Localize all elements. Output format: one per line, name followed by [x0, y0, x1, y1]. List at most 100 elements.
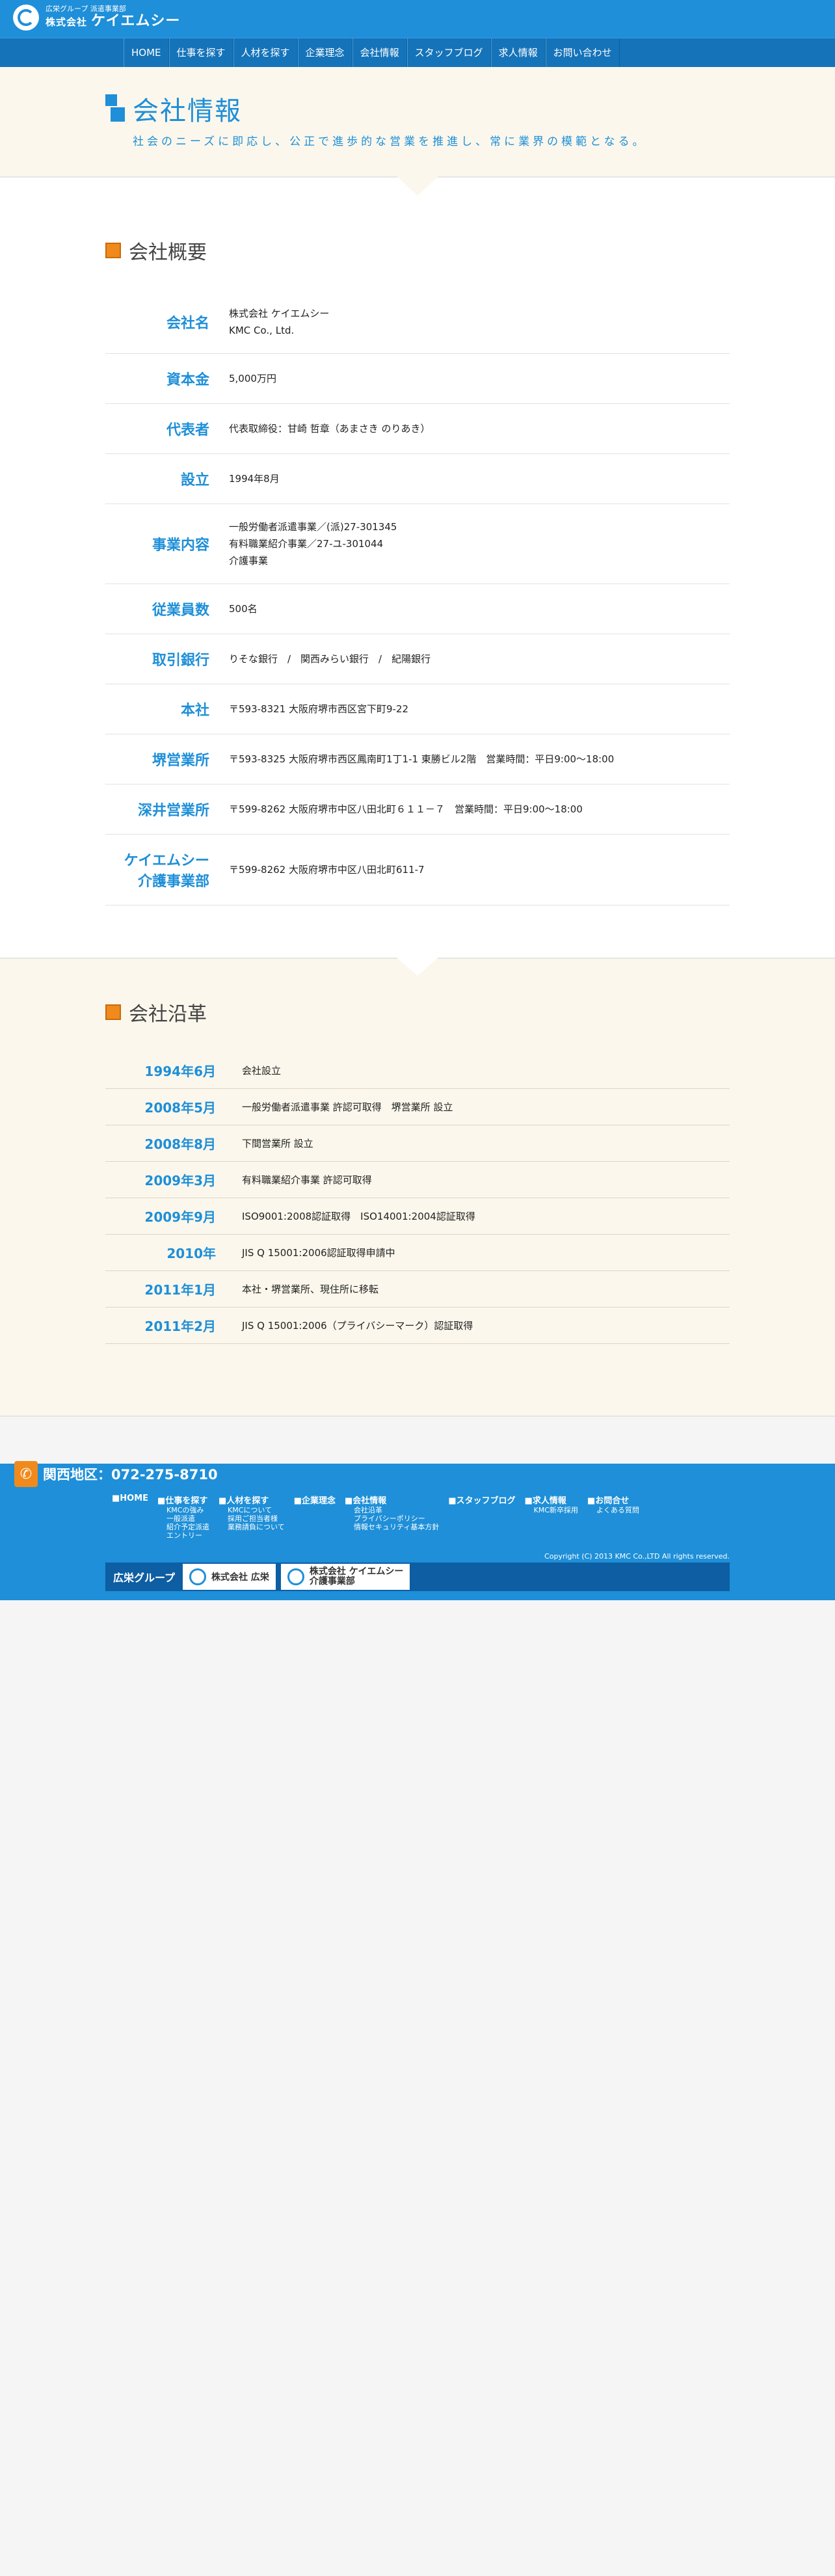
- history-text: 会社設立: [242, 1065, 282, 1077]
- nav-staff-blog[interactable]: スタッフブログ: [406, 38, 491, 67]
- overview-value: 1994年8月: [229, 473, 280, 485]
- history-date: 2008年5月: [144, 1100, 216, 1116]
- footer-nav-sublink[interactable]: プライバシーポリシー: [345, 1514, 439, 1523]
- copyright: Copyright (C) 2013 KMC Co.,LTD All right…: [544, 1552, 730, 1561]
- nav-recruit[interactable]: 求人情報: [490, 38, 546, 67]
- history-heading: 会社沿革: [105, 998, 730, 1026]
- footer-nav-link[interactable]: ■企業理念: [294, 1494, 336, 1506]
- footer-nav-column: ■HOME: [112, 1494, 148, 1540]
- history-text: 下間営業所 設立: [242, 1138, 313, 1149]
- overview-value: 5,000万円: [229, 373, 276, 384]
- footer-nav-sublink[interactable]: 採用ご担当者様: [219, 1514, 285, 1523]
- history-date: 2009年9月: [144, 1209, 216, 1225]
- page-title: 会社情報: [133, 96, 242, 126]
- page-hero: 会社情報 社会のニーズに即応し、公正で進歩的な営業を推進し、常に業界の模範となる…: [0, 67, 835, 196]
- footer-nav-sublink[interactable]: 情報セキュリティ基本方針: [345, 1523, 439, 1531]
- site-header: 広栄グループ 派遣事業部 株式会社 ケイエムシー: [0, 0, 835, 38]
- overview-section: 会社概要 会社名 株式会社 ケイエムシー KMC Co., Ltd. 資本金 5,00…: [0, 178, 835, 958]
- kmc-logo-icon: [287, 1568, 304, 1585]
- nav-philosophy[interactable]: 企業理念: [297, 38, 352, 67]
- group-link-kmc-care[interactable]: 株式会社 ケイエムシー 介護事業部: [280, 1564, 410, 1590]
- history-row: 2011年1月 本社・堺営業所、現住所に移転: [105, 1271, 730, 1308]
- footer-nav-sublink[interactable]: KMC新卒採用: [525, 1506, 578, 1514]
- history-date: 1994年6月: [144, 1064, 216, 1079]
- history-text: 有料職業紹介事業 許認可取得: [242, 1174, 372, 1186]
- overview-row: 取引銀行 りそな銀行 / 関西みらい銀行 / 紀陽銀行: [105, 634, 730, 684]
- footer-nav-sublink[interactable]: 一般派遣: [157, 1514, 209, 1523]
- history-notch: [397, 958, 438, 976]
- footer-nav-sublink[interactable]: 紹介予定派遣: [157, 1523, 209, 1531]
- footer-nav: ■HOME ■仕事を探す KMCの強み 一般派遣 紹介予定派遣 エントリー ■人材を探す KM…: [112, 1494, 648, 1540]
- footer-nav-sublink[interactable]: 業務請負について: [219, 1523, 285, 1531]
- overview-value: 〒593-8321 大阪府堺市西区宮下町9-22: [229, 703, 409, 715]
- footer-nav-column: ■会社情報 会社沿革 プライバシーポリシー 情報セキュリティ基本方針: [345, 1494, 439, 1540]
- overview-row: 代表者 代表取締役：甘崎 哲章（あまさき のりあき）: [105, 404, 730, 454]
- orange-square-icon: [105, 243, 121, 258]
- overview-value: りそな銀行 / 関西みらい銀行 / 紀陽銀行: [229, 653, 431, 665]
- history-table: 1994年6月 会社設立 2008年5月 一般労働者派遣事業 許認可取得 堺営業所 設…: [105, 1053, 730, 1344]
- group-links: 広栄グループ 株式会社 広栄 株式会社 ケイエムシー 介護事業部: [105, 1563, 730, 1591]
- history-row: 1994年6月 会社設立: [105, 1053, 730, 1089]
- overview-label: 堺営業所: [152, 753, 209, 769]
- footer-nav-column: ■仕事を探す KMCの強み 一般派遣 紹介予定派遣 エントリー: [157, 1494, 209, 1540]
- footer-nav-link[interactable]: ■求人情報: [525, 1494, 578, 1506]
- footer-nav-link[interactable]: ■HOME: [112, 1494, 148, 1503]
- footer-nav-sublink[interactable]: KMCについて: [219, 1506, 285, 1514]
- footer-nav-link[interactable]: ■お問合せ: [587, 1494, 639, 1506]
- phone-contact[interactable]: ✆ 関西地区：072-275-8710: [14, 1461, 218, 1487]
- overview-row: 深井営業所 〒599-8262 大阪府堺市中区八田北町６１１－７ 営業時間：平日9…: [105, 785, 730, 835]
- overview-row: 従業員数 500名: [105, 584, 730, 634]
- page-subtitle: 社会のニーズに即応し、公正で進歩的な営業を推進し、常に業界の模範となる。: [133, 135, 647, 148]
- footer-nav-sublink[interactable]: よくある質問: [587, 1506, 639, 1514]
- overview-row: 資本金 5,000万円: [105, 354, 730, 404]
- overview-row: 事業内容 一般労働者派遣事業／(派)27-301345 有料職業紹介事業／27-ユ…: [105, 504, 730, 584]
- group-label: 広栄グループ: [113, 1572, 176, 1584]
- overview-value: 代表取締役：甘崎 哲章（あまさき のりあき）: [229, 423, 431, 435]
- nav-company-info[interactable]: 会社情報: [352, 38, 407, 67]
- overview-value: 500名: [229, 603, 258, 615]
- history-date: 2009年3月: [144, 1173, 216, 1188]
- hero-notch: [397, 176, 438, 196]
- nav-contact[interactable]: お問い合わせ: [545, 38, 620, 67]
- nav-home[interactable]: HOME: [124, 38, 169, 67]
- history-text: 一般労働者派遣事業 許認可取得 堺営業所 設立: [242, 1101, 453, 1113]
- history-row: 2009年3月 有料職業紹介事業 許認可取得: [105, 1162, 730, 1198]
- footer-nav-link[interactable]: ■会社情報: [345, 1494, 439, 1506]
- history-row: 2008年5月 一般労働者派遣事業 許認可取得 堺営業所 設立: [105, 1089, 730, 1125]
- overview-value: 〒599-8262 大阪府堺市中区八田北町６１１－７ 営業時間：平日9:00〜1…: [229, 803, 583, 815]
- overview-label: 会社名: [166, 315, 209, 332]
- history-row: 2011年2月 JIS Q 15001:2006（プライバシーマーク）認証取得: [105, 1308, 730, 1344]
- overview-heading: 会社概要: [105, 236, 730, 265]
- overview-row: 設立 1994年8月: [105, 454, 730, 504]
- site-logo[interactable]: 広栄グループ 派遣事業部 株式会社 ケイエムシー: [13, 5, 180, 31]
- orange-square-icon: [105, 1004, 121, 1020]
- footer-nav-link[interactable]: ■スタッフブログ: [448, 1494, 515, 1506]
- overview-label: 設立: [180, 472, 209, 489]
- history-row: 2010年 JIS Q 15001:2006認証取得申請中: [105, 1235, 730, 1271]
- cross-icon: [105, 94, 125, 123]
- footer-nav-sublink[interactable]: KMCの強み: [157, 1506, 209, 1514]
- overview-value: 一般労働者派遣事業／(派)27-301345 有料職業紹介事業／27-ユ-301…: [229, 521, 397, 567]
- history-date: 2011年1月: [144, 1282, 216, 1298]
- overview-value: 〒593-8325 大阪府堺市西区鳳南町1丁1-1 東勝ビル2階 営業時間：平日…: [229, 753, 615, 765]
- nav-find-job[interactable]: 仕事を探す: [168, 38, 233, 67]
- history-text: JIS Q 15001:2006認証取得申請中: [242, 1247, 395, 1259]
- footer-nav-column: ■人材を探す KMCについて 採用ご担当者様 業務請負について: [219, 1494, 285, 1540]
- history-text: JIS Q 15001:2006（プライバシーマーク）認証取得: [242, 1320, 473, 1332]
- overview-label: 資本金: [166, 372, 209, 388]
- history-section: 会社沿革 1994年6月 会社設立 2008年5月 一般労働者派遣事業 許認可取得 堺…: [0, 958, 835, 1417]
- overview-label: 事業内容: [152, 537, 209, 554]
- history-date: 2010年: [166, 1246, 216, 1261]
- overview-value: 株式会社 ケイエムシー KMC Co., Ltd.: [229, 308, 330, 336]
- logo-group-text: 広栄グループ 派遣事業部: [46, 4, 126, 13]
- group-link-kouei[interactable]: 株式会社 広栄: [183, 1564, 276, 1590]
- footer-nav-link[interactable]: ■仕事を探す: [157, 1494, 209, 1506]
- history-row: 2009年9月 ISO9001:2008認証取得 ISO14001:2004認証取…: [105, 1198, 730, 1235]
- overview-label: ケイエムシー 介護事業部: [124, 853, 209, 890]
- footer-nav-sublink[interactable]: 会社沿革: [345, 1506, 439, 1514]
- nav-find-staff[interactable]: 人材を探す: [233, 38, 298, 67]
- history-date: 2011年2月: [144, 1319, 216, 1334]
- footer-nav-link[interactable]: ■人材を探す: [219, 1494, 285, 1506]
- overview-row: 堺営業所 〒593-8325 大阪府堺市西区鳳南町1丁1-1 東勝ビル2階 営業時…: [105, 734, 730, 785]
- footer-nav-sublink[interactable]: エントリー: [157, 1531, 209, 1540]
